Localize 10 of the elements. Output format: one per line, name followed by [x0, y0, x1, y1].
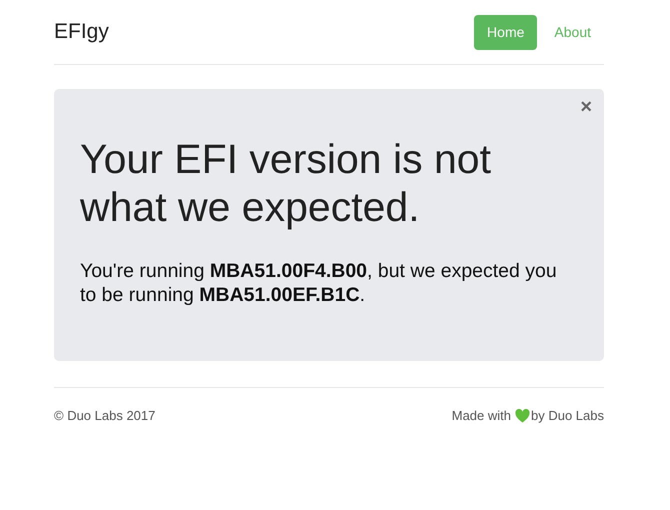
site-brand[interactable]: EFIgy — [54, 16, 109, 48]
heart-icon — [515, 409, 530, 423]
nav-tab[interactable]: Home — [474, 14, 538, 50]
close-button[interactable]: × — [576, 95, 596, 119]
copyright-text: © Duo Labs 2017 — [54, 407, 156, 426]
nav-tab[interactable]: About — [541, 14, 604, 50]
alert-heading: Your EFI version is not what we expected. — [80, 135, 492, 231]
alert-message: You're running MBA51.00F4.B00, but we expected you to be running MBA51.00EF.B1C. — [80, 259, 558, 307]
author-text: by Duo Labs — [531, 407, 604, 426]
made-with-text: Made with — [452, 407, 511, 426]
